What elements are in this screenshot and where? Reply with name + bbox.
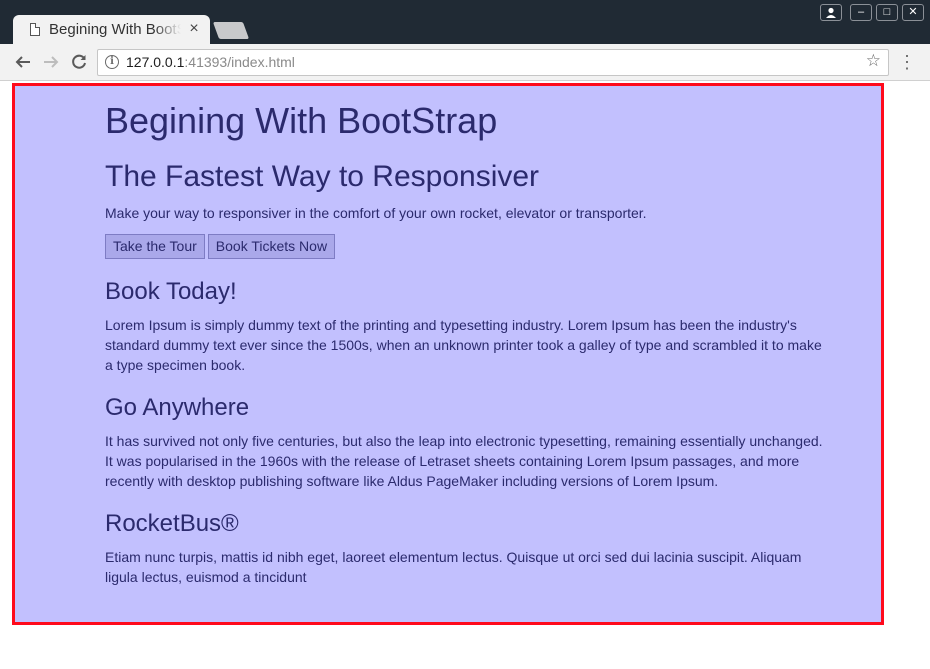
back-arrow-icon[interactable]	[11, 50, 35, 74]
close-window-button[interactable]: ✕	[902, 4, 924, 21]
new-tab-button[interactable]	[212, 22, 250, 39]
page-title: Begining With BootStrap	[105, 100, 498, 141]
page-icon	[30, 23, 40, 36]
forward-arrow-icon[interactable]	[39, 50, 63, 74]
browser-menu-icon[interactable]: ⋮	[898, 53, 916, 73]
browser-tab[interactable]: Begining With BootStrap ×	[13, 15, 210, 45]
tab-title: Begining With BootStrap	[49, 21, 181, 38]
user-icon[interactable]	[820, 4, 842, 21]
info-icon[interactable]: i	[105, 55, 119, 69]
browser-titlebar: Begining With BootStrap × – □ ✕	[0, 0, 930, 45]
section-heading: Go Anywhere	[105, 394, 250, 421]
maximize-button[interactable]: □	[876, 4, 898, 21]
section-text: Etiam nunc turpis, mattis id nibh eget, …	[105, 549, 802, 585]
take-the-tour-button[interactable]: Take the Tour	[105, 234, 205, 259]
page-container: Begining With BootStrap The Fastest Way …	[12, 83, 884, 625]
bookmark-star-icon[interactable]: ☆	[866, 51, 881, 71]
browser-toolbar: i 127.0.0.1:41393/index.html ☆ ⋮	[0, 44, 930, 81]
minimize-button[interactable]: –	[850, 4, 872, 21]
hero-heading: The Fastest Way to Responsiver	[105, 160, 540, 193]
section-text: It has survived not only five centuries,…	[105, 433, 823, 489]
address-bar[interactable]: i 127.0.0.1:41393/index.html ☆	[97, 49, 889, 76]
url-text: 127.0.0.1:41393/index.html	[126, 54, 295, 70]
book-tickets-button[interactable]: Book Tickets Now	[207, 234, 336, 259]
hero-buttons: Take the Tour Book Tickets Now	[105, 234, 336, 259]
section-heading: RocketBus®	[105, 510, 239, 537]
url-host: 127.0.0.1	[126, 54, 185, 70]
reload-icon[interactable]	[67, 50, 91, 74]
hero-text: Make your way to responsiver in the comf…	[105, 205, 647, 221]
url-path: :41393/index.html	[184, 54, 295, 70]
section-heading: Book Today!	[105, 278, 237, 305]
section-text: Lorem Ipsum is simply dummy text of the …	[105, 317, 822, 373]
tab-close-icon[interactable]: ×	[187, 20, 201, 38]
